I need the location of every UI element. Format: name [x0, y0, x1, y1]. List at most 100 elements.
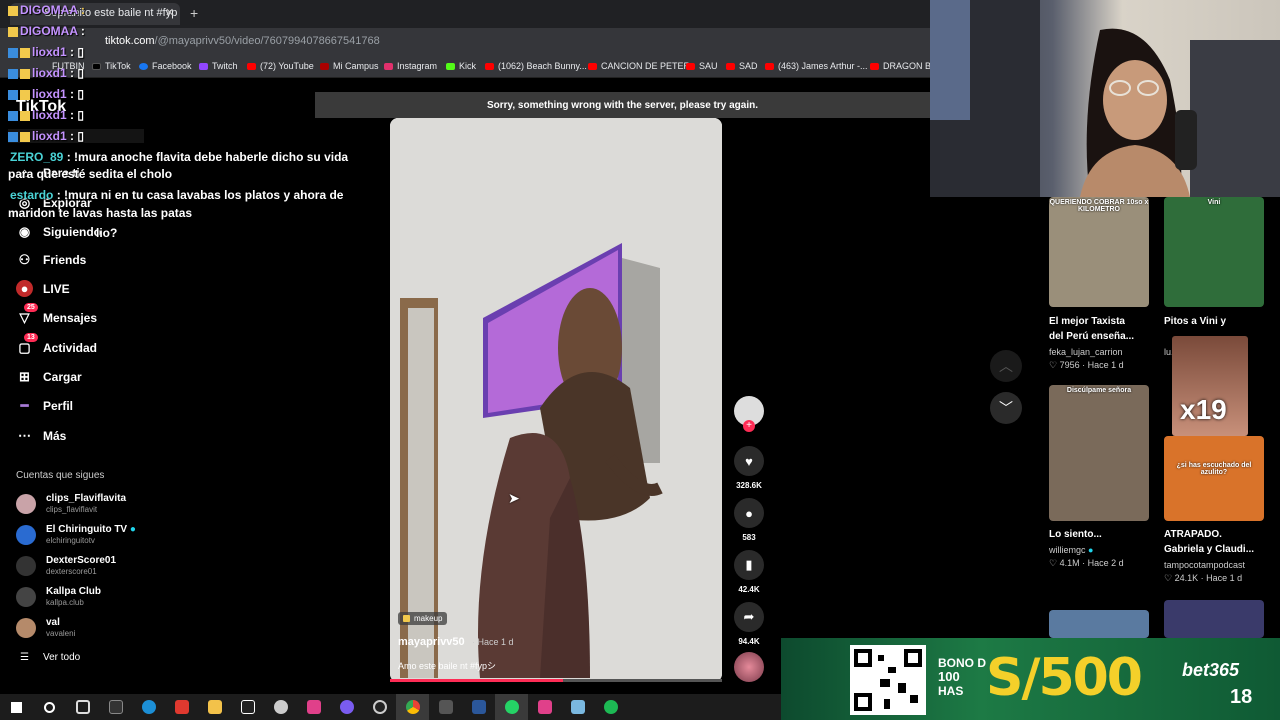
comment-button[interactable]: ●: [734, 498, 764, 528]
heart-icon: ♡: [1049, 360, 1058, 370]
mouse-cursor: ➤: [508, 490, 520, 506]
bookmark-twitch[interactable]: Twitch: [199, 61, 238, 71]
related-title[interactable]: Lo siento...: [1049, 527, 1149, 542]
related-title[interactable]: El mejor Taxista: [1049, 314, 1149, 329]
taskbar-app[interactable]: [528, 694, 561, 720]
taskbar-app[interactable]: [198, 694, 231, 720]
start-button[interactable]: [0, 694, 33, 720]
spotify-icon: [603, 700, 618, 714]
taskbar-app[interactable]: [429, 694, 462, 720]
related-thumbnail[interactable]: ¿si has escuchado del azulito?: [1164, 436, 1264, 521]
share-button[interactable]: ➦: [734, 602, 764, 632]
bookmark-beach-bunny[interactable]: (1062) Beach Bunny...: [485, 61, 587, 71]
related-user[interactable]: tampocotampodcast: [1164, 560, 1245, 570]
effect-tag[interactable]: makeup: [398, 612, 448, 625]
save-button[interactable]: ▮: [734, 550, 764, 580]
related-title-line2[interactable]: Gabriela y Claudi...: [1164, 542, 1264, 557]
taskbar-app[interactable]: [495, 694, 528, 720]
nav-live[interactable]: ● LIVE: [16, 280, 70, 297]
bookmark-peter[interactable]: CANCION DE PETER: [588, 61, 690, 71]
video-player[interactable]: [390, 118, 722, 682]
webcam-frame: [930, 0, 1280, 197]
taskbar-app[interactable]: [330, 694, 363, 720]
heart-icon: ♡: [1049, 558, 1058, 568]
related-thumbnail[interactable]: Vini: [1164, 197, 1264, 307]
chat-line: ZERO_89 : !mura anoche flavita debe habe…: [10, 150, 349, 164]
music-disc-avatar[interactable]: [734, 652, 764, 682]
chrome-icon: [405, 700, 420, 714]
related-title[interactable]: ATRAPADO.: [1164, 527, 1264, 542]
taskbar-app[interactable]: [297, 694, 330, 720]
related-title[interactable]: Pitos a Vini y: [1164, 314, 1264, 329]
taskbar-app[interactable]: [231, 694, 264, 720]
bookmark-tiktok[interactable]: TikTok: [92, 61, 131, 71]
taskbar-app[interactable]: [99, 694, 132, 720]
taskbar-app[interactable]: [594, 694, 627, 720]
upload-icon: ⊞: [19, 368, 30, 384]
calculator-icon: [438, 700, 453, 714]
related-title-line2[interactable]: del Perú enseña...: [1049, 329, 1149, 344]
more-icon: ⋯: [18, 427, 31, 443]
taskbar-app[interactable]: [363, 694, 396, 720]
video-progress-fill: [390, 679, 563, 682]
youtube-icon: [686, 62, 695, 70]
bookmark-campus[interactable]: Mi Campus: [320, 61, 379, 71]
bookmark-facebook[interactable]: Facebook: [139, 61, 192, 71]
chat-line: DIGOMAA :: [8, 3, 85, 17]
nav-friends[interactable]: ⚇ Friends: [16, 251, 87, 268]
tag-icon: [403, 615, 410, 622]
close-tab-icon[interactable]: ✕: [165, 6, 174, 19]
related-thumbnail[interactable]: Discúlpame señora: [1049, 385, 1149, 521]
related-thumbnail[interactable]: QUERIENDO COBRAR 10so x KILOMETRO: [1049, 197, 1149, 307]
campus-icon: [320, 62, 329, 70]
followed-account[interactable]: Kallpa Club kallpa.club: [16, 586, 101, 608]
chat-line: estardo : !mura ni en tu casa lavabas lo…: [10, 188, 344, 202]
bookmark-sau[interactable]: SAU: [686, 61, 718, 71]
like-button[interactable]: ♥: [734, 446, 764, 476]
taskbar-app[interactable]: [165, 694, 198, 720]
new-tab-icon[interactable]: +: [190, 5, 198, 21]
search-button[interactable]: [33, 694, 66, 720]
chevron-up-icon: ︿: [999, 358, 1013, 374]
youtube-icon: [870, 62, 879, 70]
bookmark-youtube[interactable]: (72) YouTube: [247, 61, 314, 71]
related-user[interactable]: feka_lujan_carrion: [1049, 347, 1123, 357]
nav-siguiendo[interactable]: ◉ Siguiendo: [16, 223, 101, 240]
chat-line: lio?: [96, 226, 118, 240]
followed-account[interactable]: DexterScore01 dexterscore01: [16, 555, 116, 577]
followed-account[interactable]: val vavaleni: [16, 617, 75, 639]
taskbar-app[interactable]: [66, 694, 99, 720]
nav-cargar[interactable]: ⊞ Cargar: [16, 368, 82, 385]
nav-perfil[interactable]: ━ Perfil: [16, 397, 73, 414]
related-thumbnail[interactable]: [1049, 610, 1149, 638]
qr-code-icon: [850, 645, 926, 715]
obs-icon: [372, 700, 387, 714]
bookmark-james-arthur[interactable]: (463) James Arthur -...: [765, 61, 868, 71]
followed-account[interactable]: clips_Flaviflavita clips_flaviflavit: [16, 493, 126, 515]
related-thumbnail[interactable]: [1164, 600, 1264, 638]
taskbar-app[interactable]: [462, 694, 495, 720]
nav-actividad[interactable]: ▢ 13 Actividad: [16, 333, 97, 356]
video-author[interactable]: mayaprivv50: [398, 636, 465, 648]
taskbar-app[interactable]: [264, 694, 297, 720]
messages-icon: ▽ 25: [16, 303, 38, 326]
prev-video-button[interactable]: ︿: [990, 350, 1022, 382]
badge-icon: [8, 5, 18, 16]
followed-account[interactable]: El Chiringuito TV ● elchiringuitotv: [16, 524, 136, 546]
badge-icon: [8, 47, 18, 58]
related-user[interactable]: williemgc ●: [1049, 545, 1093, 555]
nav-mas[interactable]: ⋯ Más: [16, 427, 66, 444]
bookmark-kick[interactable]: Kick: [446, 61, 476, 71]
follow-plus-icon[interactable]: +: [743, 420, 755, 432]
taskbar-app[interactable]: [561, 694, 594, 720]
chat-line-cont: maridon te lavas hasta las patas: [8, 206, 193, 220]
taskbar-app-chrome[interactable]: [396, 694, 429, 720]
see-all-link[interactable]: ☰ Ver todo: [20, 652, 80, 663]
nav-mensajes[interactable]: ▽ 25 Mensajes: [16, 303, 97, 326]
bookmark-instagram[interactable]: Instagram: [384, 61, 437, 71]
url-text[interactable]: tiktok.com/@mayaprivv50/video/7607994078…: [105, 35, 380, 47]
next-video-button[interactable]: ﹀: [990, 392, 1022, 424]
taskbar-app[interactable]: [132, 694, 165, 720]
chat-line: lioxd1 : ▯: [8, 108, 84, 122]
bookmark-sad[interactable]: SAD: [726, 61, 758, 71]
